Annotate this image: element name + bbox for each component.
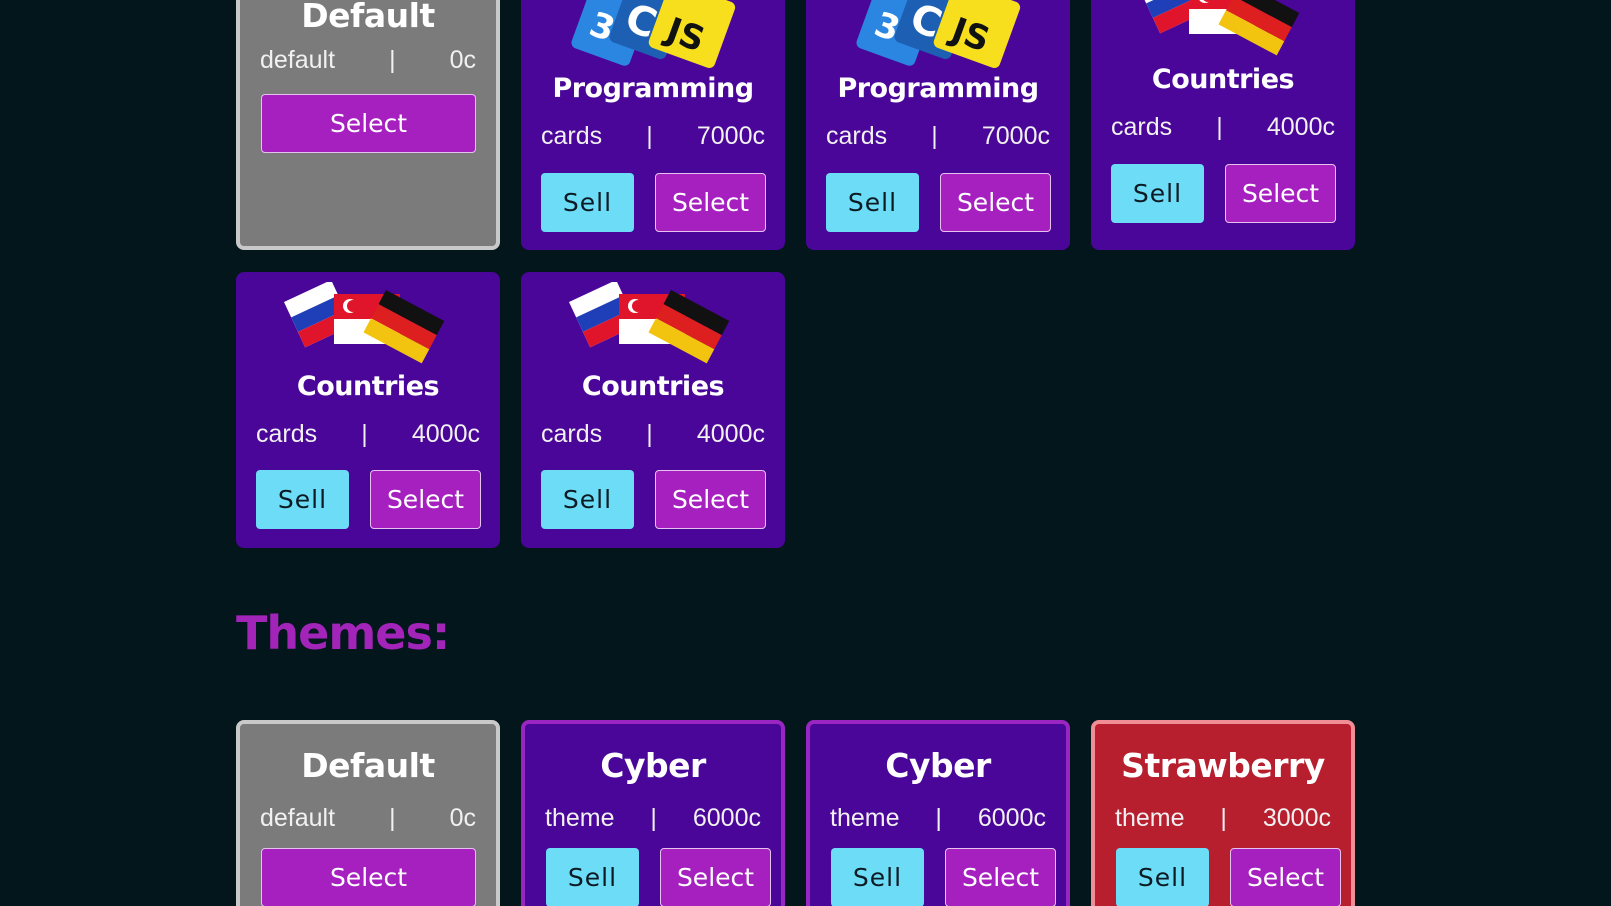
deck-title: Programming <box>552 73 754 104</box>
theme-type: theme <box>545 804 615 832</box>
theme-card-cyber: Cyber theme | 6000c Sell Select <box>806 720 1070 906</box>
select-button[interactable]: Select <box>655 470 766 529</box>
theme-price: 6000c <box>692 804 761 832</box>
theme-title: Cyber <box>600 746 706 785</box>
theme-type: theme <box>830 804 900 832</box>
theme-card-default: Default default | 0c Select <box>236 720 500 906</box>
theme-price: 3000c <box>1262 804 1331 832</box>
theme-title: Strawberry <box>1121 746 1325 785</box>
flags-icon <box>569 282 730 364</box>
theme-card-cyber: Cyber theme | 6000c Sell Select <box>521 720 785 906</box>
select-button[interactable]: Select <box>660 848 771 906</box>
theme-title: Default <box>301 746 435 785</box>
sell-button[interactable]: Sell <box>1111 164 1204 223</box>
sell-button[interactable]: Sell <box>831 848 924 906</box>
meta-separator: | <box>935 804 942 832</box>
deck-title: Programming <box>837 73 1039 104</box>
deck-price: 4000c <box>1266 113 1335 141</box>
deck-price: 0c <box>449 46 476 74</box>
select-button[interactable]: Select <box>1230 848 1341 906</box>
themes-heading: Themes: <box>236 606 450 660</box>
theme-price: 0c <box>449 804 476 832</box>
meta-separator: | <box>389 46 396 74</box>
programming-icon: 3 C JS <box>571 0 736 69</box>
theme-card-strawberry: Strawberry theme | 3000c Sell Select <box>1091 720 1355 906</box>
meta-separator: | <box>389 804 396 832</box>
deck-price: 7000c <box>696 122 765 150</box>
meta-separator: | <box>931 122 938 150</box>
sell-button[interactable]: Sell <box>256 470 349 529</box>
sell-button[interactable]: Sell <box>541 470 634 529</box>
theme-meta: default | 0c <box>260 804 476 833</box>
deck-meta: default | 0c <box>260 46 476 75</box>
sell-button[interactable]: Sell <box>546 848 639 906</box>
deck-meta: cards | 7000c <box>541 122 765 151</box>
deck-price: 4000c <box>411 420 480 448</box>
deck-card-programming: 3 C JS Programming cards | 7000c Sell Se… <box>521 0 785 250</box>
deck-type: cards <box>1111 113 1173 141</box>
deck-title: Countries <box>1151 64 1295 95</box>
theme-type: theme <box>1115 804 1185 832</box>
meta-separator: | <box>650 804 657 832</box>
theme-type: default <box>260 804 336 832</box>
sell-button[interactable]: Sell <box>826 173 919 232</box>
select-button[interactable]: Select <box>370 470 481 529</box>
programming-icon: 3 C JS <box>856 0 1021 69</box>
deck-title: Countries <box>581 371 725 402</box>
sell-button[interactable]: Sell <box>1116 848 1209 906</box>
deck-title: Default <box>301 0 435 35</box>
deck-price: 4000c <box>696 420 765 448</box>
select-button[interactable]: Select <box>940 173 1051 232</box>
deck-meta: cards | 4000c <box>541 420 765 449</box>
deck-card-default: Default default | 0c Select <box>236 0 500 250</box>
select-button[interactable]: Select <box>945 848 1056 906</box>
theme-meta: theme | 6000c <box>545 804 761 833</box>
select-button[interactable]: Select <box>1225 164 1336 223</box>
meta-separator: | <box>361 420 368 448</box>
deck-title: Countries <box>296 371 440 402</box>
deck-card-programming: 3 C JS Programming cards | 7000c Sell Se… <box>806 0 1070 250</box>
deck-type: cards <box>256 420 318 448</box>
collection-page: Default default | 0c Select 3 C JS Progr… <box>0 0 1611 906</box>
deck-type: cards <box>541 122 603 150</box>
select-button[interactable]: Select <box>261 94 476 153</box>
deck-meta: cards | 4000c <box>256 420 480 449</box>
meta-separator: | <box>646 122 653 150</box>
deck-type: default <box>260 46 336 74</box>
flags-icon <box>284 282 445 364</box>
deck-type: cards <box>541 420 603 448</box>
theme-meta: theme | 6000c <box>830 804 1046 833</box>
theme-meta: theme | 3000c <box>1115 804 1331 833</box>
select-button[interactable]: Select <box>261 848 476 906</box>
deck-type: cards <box>826 122 888 150</box>
deck-meta: cards | 4000c <box>1111 113 1335 142</box>
flags-icon <box>1139 0 1300 56</box>
meta-separator: | <box>1216 113 1223 141</box>
select-button[interactable]: Select <box>655 173 766 232</box>
deck-meta: cards | 7000c <box>826 122 1050 151</box>
theme-price: 6000c <box>977 804 1046 832</box>
deck-price: 7000c <box>981 122 1050 150</box>
deck-card-countries: Countries cards | 4000c Sell Select <box>1091 0 1355 250</box>
theme-title: Cyber <box>885 746 991 785</box>
deck-card-countries: Countries cards | 4000c Sell Select <box>236 272 500 548</box>
sell-button[interactable]: Sell <box>541 173 634 232</box>
deck-card-countries: Countries cards | 4000c Sell Select <box>521 272 785 548</box>
meta-separator: | <box>1220 804 1227 832</box>
meta-separator: | <box>646 420 653 448</box>
